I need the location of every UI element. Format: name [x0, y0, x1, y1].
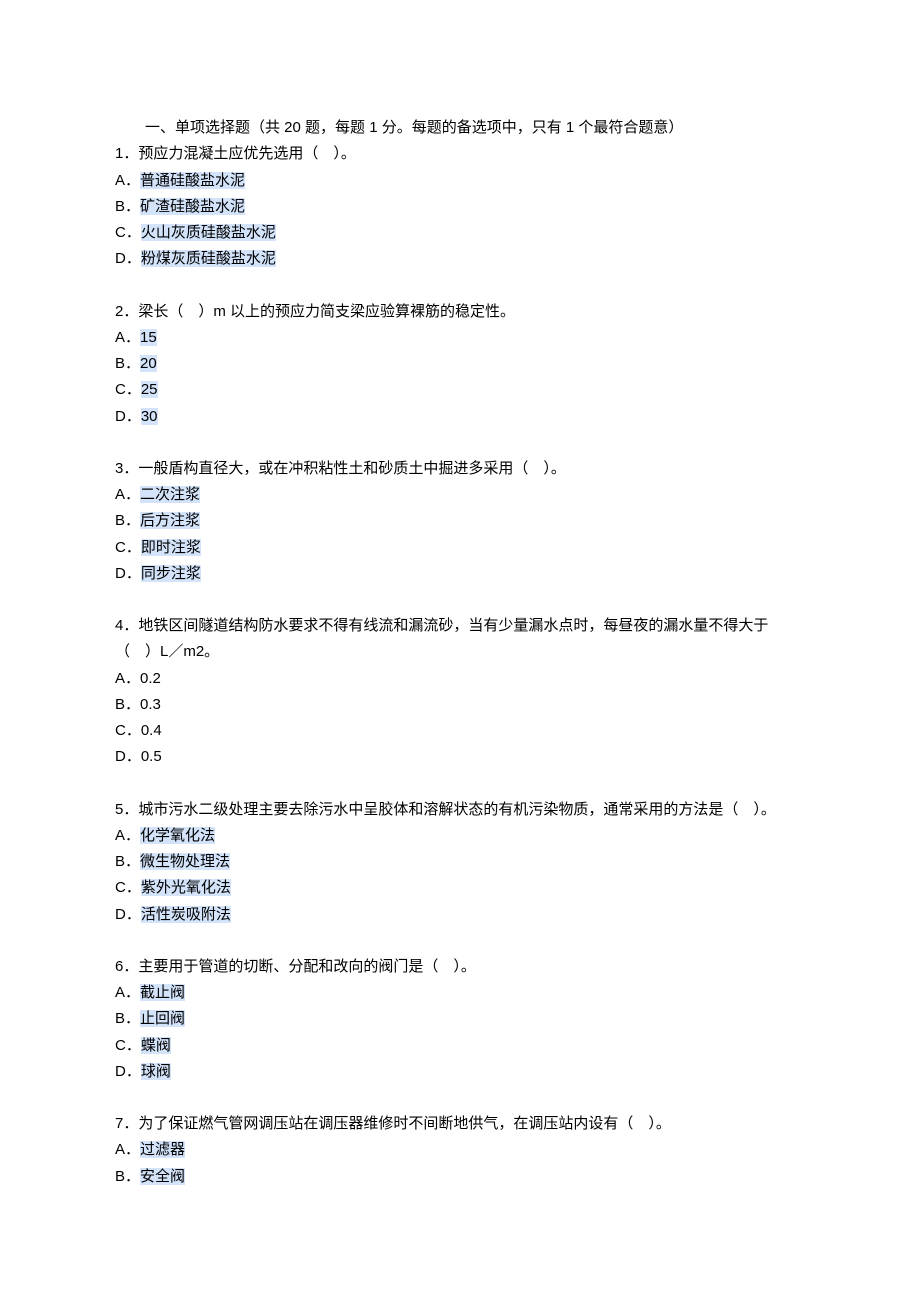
option-text: 止回阀 [140, 1010, 185, 1027]
option-text: 25 [141, 381, 158, 398]
option-label: D． [115, 1063, 141, 1080]
option-label: C． [115, 224, 141, 241]
option-text: 过滤器 [140, 1141, 185, 1158]
option-label: B． [115, 512, 140, 529]
question: 7．为了保证燃气管网调压站在调压器维修时不间断地供气，在调压站内设有（ ）。A．… [115, 1111, 805, 1190]
option-text: 同步注浆 [141, 565, 201, 582]
option: C．蝶阀 [115, 1033, 805, 1059]
option-text: 活性炭吸附法 [141, 906, 231, 923]
option-label: B． [115, 355, 140, 372]
question: 2．梁长（ ）m 以上的预应力简支梁应验算裸筋的稳定性。A．15B．20C．25… [115, 299, 805, 430]
option-label: D． [115, 250, 141, 267]
question: 4．地铁区间隧道结构防水要求不得有线流和漏流砂，当有少量漏水点时，每昼夜的漏水量… [115, 613, 805, 771]
option-text: 蝶阀 [141, 1037, 171, 1054]
option-text: 矿渣硅酸盐水泥 [140, 198, 245, 215]
option-label: A． [115, 827, 140, 844]
option-label: A． [115, 984, 140, 1001]
question: 6．主要用于管道的切断、分配和改向的阀门是（ ）。A．截止阀B．止回阀C．蝶阀D… [115, 954, 805, 1085]
option-label: B． [115, 198, 140, 215]
option: A．普通硅酸盐水泥 [115, 168, 805, 194]
option: B．矿渣硅酸盐水泥 [115, 194, 805, 220]
option-text: 普通硅酸盐水泥 [140, 172, 245, 189]
section-header: 一、单项选择题（共 20 题，每题 1 分。每题的备选项中，只有 1 个最符合题… [115, 115, 805, 141]
option-text: 0.5 [141, 748, 162, 765]
option-text: 二次注浆 [140, 486, 200, 503]
question-text: 7．为了保证燃气管网调压站在调压器维修时不间断地供气，在调压站内设有（ ）。 [115, 1111, 805, 1137]
option: C．即时注浆 [115, 535, 805, 561]
option-label: A． [115, 670, 140, 687]
option-label: A． [115, 1141, 140, 1158]
option-label: C． [115, 722, 141, 739]
option-text: 火山灰质硅酸盐水泥 [141, 224, 276, 241]
question-text: 2．梁长（ ）m 以上的预应力简支梁应验算裸筋的稳定性。 [115, 299, 805, 325]
option-text: 截止阀 [140, 984, 185, 1001]
option: A．0.2 [115, 666, 805, 692]
question-text: 6．主要用于管道的切断、分配和改向的阀门是（ ）。 [115, 954, 805, 980]
question: 5．城市污水二级处理主要去除污水中呈胶体和溶解状态的有机污染物质，通常采用的方法… [115, 797, 805, 928]
option-label: C． [115, 879, 141, 896]
option: D．同步注浆 [115, 561, 805, 587]
option-text: 即时注浆 [141, 539, 201, 556]
option-label: A． [115, 486, 140, 503]
question: 1．预应力混凝土应优先选用（ ）。A．普通硅酸盐水泥B．矿渣硅酸盐水泥C．火山灰… [115, 141, 805, 272]
option: A．化学氧化法 [115, 823, 805, 849]
option-label: B． [115, 1168, 140, 1185]
option-text: 15 [140, 329, 157, 346]
option: B．0.3 [115, 692, 805, 718]
option: B．后方注浆 [115, 508, 805, 534]
option: C．火山灰质硅酸盐水泥 [115, 220, 805, 246]
option-label: D． [115, 906, 141, 923]
option-text: 0.4 [141, 722, 162, 739]
option: C．25 [115, 377, 805, 403]
option: D．0.5 [115, 744, 805, 770]
option-text: 微生物处理法 [140, 853, 230, 870]
question: 3．一般盾构直径大，或在冲积粘性土和砂质土中掘进多采用（ ）。A．二次注浆B．后… [115, 456, 805, 587]
option-text: 后方注浆 [140, 512, 200, 529]
option: B．20 [115, 351, 805, 377]
option-label: D． [115, 748, 141, 765]
option-label: A． [115, 172, 140, 189]
option-text: 0.2 [140, 670, 161, 687]
option: D．30 [115, 404, 805, 430]
option-text: 粉煤灰质硅酸盐水泥 [141, 250, 276, 267]
option: B．微生物处理法 [115, 849, 805, 875]
question-text: 5．城市污水二级处理主要去除污水中呈胶体和溶解状态的有机污染物质，通常采用的方法… [115, 797, 805, 823]
option: C．紫外光氧化法 [115, 875, 805, 901]
option-text: 球阀 [141, 1063, 171, 1080]
question-text: 1．预应力混凝土应优先选用（ ）。 [115, 141, 805, 167]
option-label: C． [115, 1037, 141, 1054]
option: A．截止阀 [115, 980, 805, 1006]
question-text: 4．地铁区间隧道结构防水要求不得有线流和漏流砂，当有少量漏水点时，每昼夜的漏水量… [115, 613, 805, 666]
option-text: 紫外光氧化法 [141, 879, 231, 896]
option: A．过滤器 [115, 1137, 805, 1163]
option-label: C． [115, 539, 141, 556]
option: B．安全阀 [115, 1164, 805, 1190]
option: D．活性炭吸附法 [115, 902, 805, 928]
question-text: 3．一般盾构直径大，或在冲积粘性土和砂质土中掘进多采用（ ）。 [115, 456, 805, 482]
option-label: B． [115, 1010, 140, 1027]
option-label: B． [115, 853, 140, 870]
option: C．0.4 [115, 718, 805, 744]
option: D．球阀 [115, 1059, 805, 1085]
option-text: 安全阀 [140, 1168, 185, 1185]
option-text: 30 [141, 408, 158, 425]
option: B．止回阀 [115, 1006, 805, 1032]
option-label: B． [115, 696, 140, 713]
option-text: 20 [140, 355, 157, 372]
option: A．二次注浆 [115, 482, 805, 508]
option-label: D． [115, 565, 141, 582]
option-label: D． [115, 408, 141, 425]
option-text: 0.3 [140, 696, 161, 713]
questions-container: 1．预应力混凝土应优先选用（ ）。A．普通硅酸盐水泥B．矿渣硅酸盐水泥C．火山灰… [115, 141, 805, 1190]
option-text: 化学氧化法 [140, 827, 215, 844]
option-label: C． [115, 381, 141, 398]
option: A．15 [115, 325, 805, 351]
option-label: A． [115, 329, 140, 346]
option: D．粉煤灰质硅酸盐水泥 [115, 246, 805, 272]
